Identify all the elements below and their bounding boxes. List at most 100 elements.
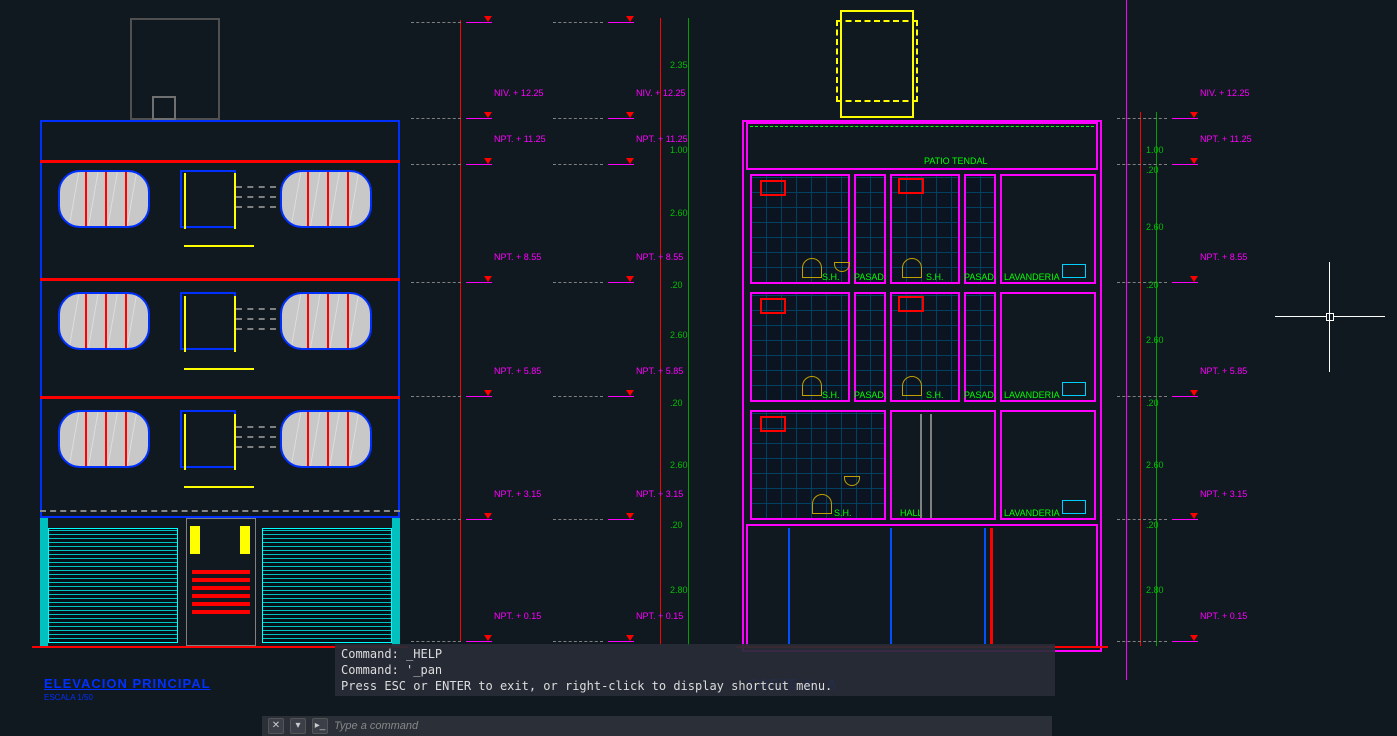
dim-line <box>688 18 689 646</box>
dash <box>236 206 276 208</box>
column <box>990 528 993 644</box>
step <box>192 594 250 598</box>
command-input-bar[interactable]: ✕ ▾ ▸_ <box>262 716 1052 736</box>
section-drawing: PATIO TENDAL S.H. PASAD. S.H. PASAD. LAV… <box>742 10 1112 650</box>
column <box>984 528 986 644</box>
garage-door <box>48 528 178 643</box>
command-history-line: Press ESC or ENTER to exit, or right-cli… <box>341 678 1049 694</box>
garage-level <box>746 524 1098 648</box>
room-label: PASAD. <box>964 272 996 282</box>
step <box>192 578 250 582</box>
layout-edge <box>1126 0 1127 680</box>
passage <box>964 292 996 402</box>
garage-door <box>262 528 392 643</box>
elevation-title: ELEVACION PRINCIPAL <box>44 676 211 691</box>
room-label: LAVANDERIA <box>1004 508 1060 518</box>
window <box>58 170 150 228</box>
dimension-value: .20 <box>1146 165 1159 175</box>
penthouse-door <box>152 96 176 120</box>
close-icon[interactable]: ✕ <box>268 718 284 734</box>
dim-line <box>1140 112 1141 646</box>
step <box>192 602 250 606</box>
prompt-icon: ▸_ <box>312 718 328 734</box>
window <box>58 410 150 468</box>
dash <box>236 318 276 320</box>
window <box>280 410 372 468</box>
step <box>192 570 250 574</box>
parapet-dash <box>750 126 1094 166</box>
door-jamb <box>240 526 250 554</box>
passage <box>854 174 886 284</box>
room-label: S.H. <box>926 272 944 282</box>
dimension-value: 2.60 <box>670 460 688 470</box>
passage <box>854 292 886 402</box>
passage <box>964 174 996 284</box>
room-label: PASAD. <box>854 272 886 282</box>
window <box>280 170 372 228</box>
dimension-value: 2.60 <box>1146 460 1164 470</box>
dash <box>236 196 276 198</box>
dimension-value: .20 <box>670 398 683 408</box>
column <box>788 528 790 644</box>
slab-dash <box>40 510 400 512</box>
room-label: LAVANDERIA <box>1004 272 1060 282</box>
small-window <box>760 298 786 314</box>
slab-line <box>40 160 400 163</box>
dash <box>236 308 276 310</box>
command-history-line: Command: _HELP <box>341 646 1049 662</box>
toilet-icon <box>802 258 822 278</box>
room-label: S.H. <box>822 390 840 400</box>
toilet-icon <box>902 376 922 396</box>
hall <box>890 410 996 520</box>
room-label: S.H. <box>926 390 944 400</box>
counter <box>1062 264 1086 278</box>
small-window <box>760 416 786 432</box>
dash <box>236 446 276 448</box>
dimension-value: 2.60 <box>670 208 688 218</box>
customize-icon[interactable]: ▾ <box>290 718 306 734</box>
door-line <box>920 414 922 518</box>
command-history-line: Command: '_pan <box>341 662 1049 678</box>
stair-rail <box>184 173 272 253</box>
dimension-value: .20 <box>670 280 683 290</box>
dimension-value: .20 <box>670 520 683 530</box>
column <box>392 518 400 646</box>
dash <box>236 186 276 188</box>
elevation-drawing <box>40 18 410 658</box>
dimension-value: .20 <box>1146 280 1159 290</box>
dimension-value: 2.60 <box>1146 222 1164 232</box>
dash <box>236 426 276 428</box>
toilet-icon <box>902 258 922 278</box>
dimension-value: 2.60 <box>670 330 688 340</box>
toilet-icon <box>802 376 822 396</box>
dimension-value: 2.80 <box>670 585 688 595</box>
dimension-value: .20 <box>1146 398 1159 408</box>
dimension-value: 2.80 <box>1146 585 1164 595</box>
dim-line <box>1156 112 1157 646</box>
dim-line <box>460 20 461 642</box>
dash <box>236 328 276 330</box>
door-jamb <box>190 526 200 554</box>
command-history: Command: _HELP Command: '_pan Press ESC … <box>335 644 1055 696</box>
command-input[interactable] <box>334 720 1046 732</box>
slab-line <box>40 396 400 399</box>
counter <box>1062 382 1086 396</box>
dimension-value: 1.00 <box>670 145 688 155</box>
small-window <box>898 178 924 194</box>
room-label: S.H. <box>834 508 852 518</box>
dash <box>236 436 276 438</box>
room-label: PASAD. <box>964 390 996 400</box>
room-label: LAVANDERIA <box>1004 390 1060 400</box>
dim-line <box>660 18 661 646</box>
column <box>40 518 48 646</box>
small-window <box>760 180 786 196</box>
window <box>58 292 150 350</box>
dimension-value: 1.00 <box>1146 145 1164 155</box>
counter <box>1062 500 1086 514</box>
model-space[interactable]: ELEVACION PRINCIPAL ESCALA 1/50 CORTE A … <box>0 0 1397 736</box>
toilet-icon <box>812 494 832 514</box>
room-label: PASAD. <box>854 390 886 400</box>
door-line <box>930 414 932 518</box>
small-window <box>898 296 924 312</box>
dimension-value: .20 <box>1146 520 1159 530</box>
